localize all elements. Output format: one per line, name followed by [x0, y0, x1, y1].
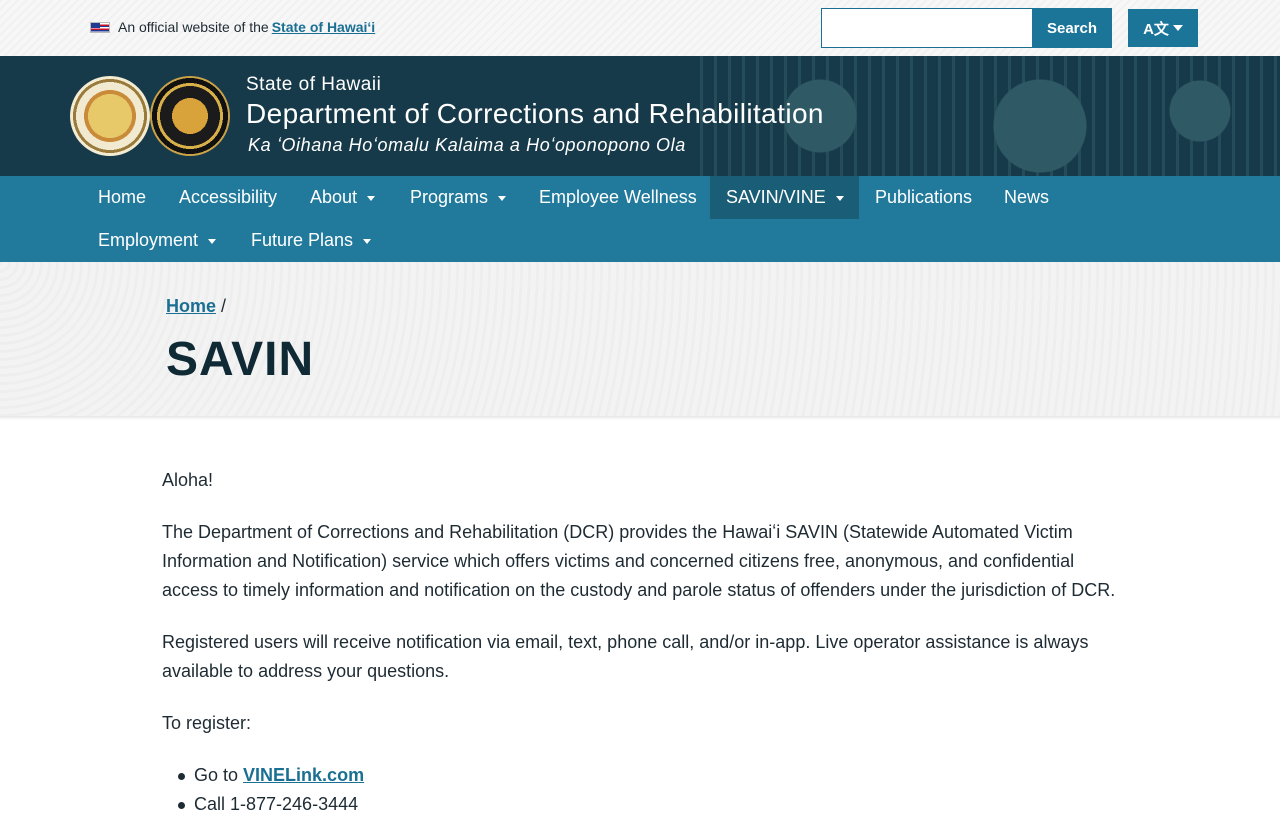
hawaii-flag-icon [90, 21, 110, 33]
register-steps-list: Go to VINELink.com Call 1-877-246-3444 [176, 761, 1122, 819]
main-content: Aloha! The Department of Corrections and… [162, 466, 1122, 819]
notification-paragraph: Registered users will receive notificati… [162, 632, 1089, 681]
language-label: A文 [1143, 20, 1169, 38]
nav-item-news[interactable]: News [988, 176, 1065, 219]
nav-item-savin-vine[interactable]: SAVIN/VINE [710, 176, 859, 219]
nav-item-label: Future Plans [251, 230, 354, 250]
department-seal-logo [150, 76, 230, 156]
page-title: SAVIN [166, 333, 315, 386]
list-item: Go to VINELink.com [176, 761, 1122, 790]
greeting-text: Aloha! [162, 470, 214, 490]
nav-item-label: Employment [98, 230, 199, 250]
state-seal-logo [70, 76, 150, 156]
nav-item-programs[interactable]: Programs [394, 176, 522, 219]
department-title[interactable]: Department of Corrections and Rehabilita… [246, 98, 824, 130]
caret-down-icon [363, 239, 372, 244]
breadcrumb-separator: / [221, 296, 227, 316]
hero-divider [0, 416, 1280, 420]
nav-item-label: Employee Wellness [539, 187, 697, 207]
nav-item-label: News [1004, 187, 1050, 207]
caret-down-icon [208, 239, 217, 244]
nav-item-publications[interactable]: Publications [859, 176, 988, 219]
page-hero: Home / SAVIN [0, 262, 1280, 418]
caret-down-icon [367, 196, 376, 201]
nav-item-label: Publications [875, 187, 973, 207]
list-item-prefix: Go to [194, 765, 239, 785]
search-button[interactable]: Search [1032, 8, 1112, 48]
nav-item-label: Accessibility [179, 187, 278, 207]
official-website-notice: An official website of the State of Hawa… [90, 19, 375, 35]
site-header: State of Hawaii Department of Correction… [0, 56, 1280, 176]
nav-item-label: SAVIN/VINE [726, 187, 826, 207]
list-item: Call 1-877-246-3444 [176, 790, 1122, 819]
intro-paragraph: The Department of Corrections and Rehabi… [162, 522, 1116, 600]
search-input[interactable] [821, 8, 1033, 48]
nav-item-label: Home [98, 187, 147, 207]
nav-item-label: Programs [410, 187, 489, 207]
official-prefix-text: An official website of the [118, 19, 269, 35]
chevron-down-icon [1172, 25, 1183, 31]
vinelink-link[interactable]: VINELink.com [243, 765, 364, 785]
state-of-hawaii-link[interactable]: State of Hawaiʻi [272, 19, 375, 35]
nav-item-label: About [310, 187, 358, 207]
department-hawaiian-subtitle: Ka ʻOihana Hoʻomalu Kalaima a Hoʻoponopo… [248, 135, 686, 155]
caret-down-icon [835, 196, 844, 201]
top-utility-bar: An official website of the State of Hawa… [0, 0, 1280, 56]
nav-item-employment[interactable]: Employment [82, 219, 232, 262]
breadcrumb-home-link[interactable]: Home [166, 296, 216, 316]
main-navigation: Home Accessibility About Programs Employ… [0, 176, 1280, 262]
register-intro: To register: [162, 713, 252, 733]
nav-item-employee-wellness[interactable]: Employee Wellness [523, 176, 713, 219]
nav-item-accessibility[interactable]: Accessibility [163, 176, 293, 219]
state-name: State of Hawaii [246, 74, 382, 95]
caret-down-icon [498, 196, 507, 201]
nav-item-future-plans[interactable]: Future Plans [235, 219, 387, 262]
nav-item-home[interactable]: Home [82, 176, 162, 219]
nav-item-about[interactable]: About [294, 176, 391, 219]
breadcrumb: Home / [166, 296, 226, 317]
language-button[interactable]: A文 [1128, 9, 1198, 47]
